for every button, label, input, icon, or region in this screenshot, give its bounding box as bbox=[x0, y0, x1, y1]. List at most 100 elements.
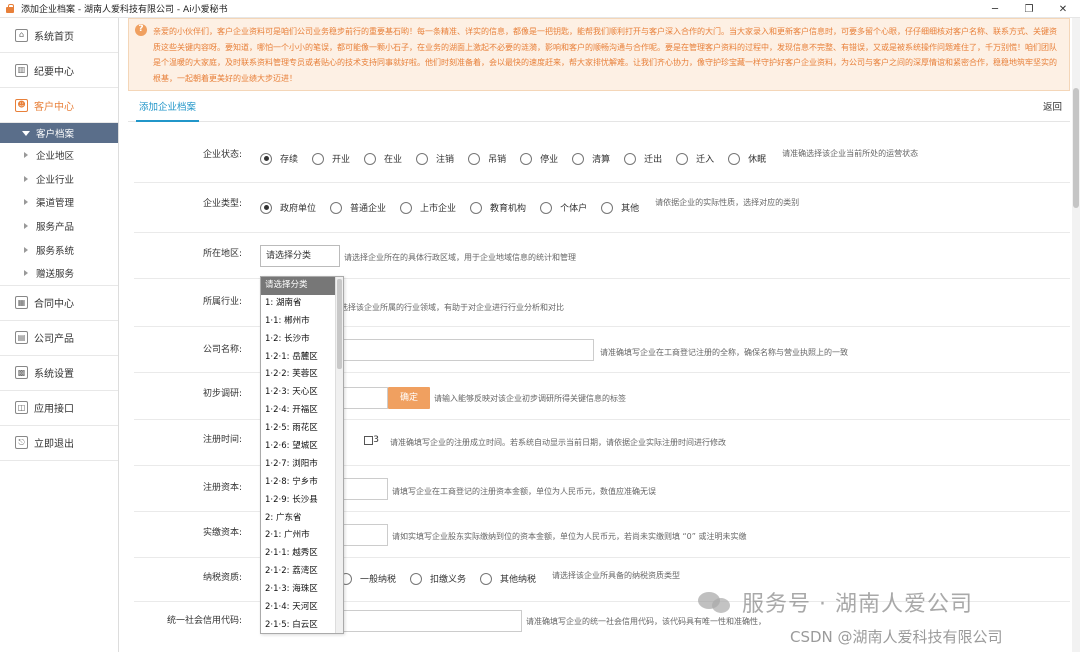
back-link[interactable]: 返回 bbox=[1043, 97, 1062, 119]
sidebar-item-home[interactable]: ⌂ 系统首页 bbox=[0, 18, 118, 53]
type-option[interactable]: 个体户 bbox=[540, 201, 587, 214]
dropdown-option[interactable]: 1·2·3: 天心区 bbox=[261, 384, 343, 402]
type-option[interactable]: 其他 bbox=[601, 201, 639, 214]
reg-time-input[interactable]: 3 bbox=[340, 430, 384, 452]
type-option[interactable]: 教育机构 bbox=[470, 201, 526, 214]
csdn-watermark: CSDN @湖南人爱科技有限公司 bbox=[790, 628, 1003, 646]
sidebar-subitem-industry[interactable]: 企业行业 bbox=[0, 167, 118, 191]
subitem-label: 企业地区 bbox=[36, 150, 75, 162]
dropdown-option[interactable]: 1·2·5: 雨花区 bbox=[261, 420, 343, 438]
caret-right-icon bbox=[24, 247, 28, 254]
status-option[interactable]: 存续 bbox=[260, 152, 298, 165]
dropdown-option[interactable]: 1·2·1: 岳麓区 bbox=[261, 349, 343, 367]
credit-code-input[interactable] bbox=[340, 610, 522, 632]
dropdown-option[interactable]: 请选择分类 bbox=[261, 277, 343, 295]
dropdown-scrollbar-thumb[interactable] bbox=[337, 279, 342, 369]
paid-capital-input[interactable] bbox=[340, 524, 388, 546]
calendar-icon: ▦ bbox=[15, 296, 28, 310]
dropdown-option[interactable]: 1·2: 长沙市 bbox=[261, 331, 343, 349]
dropdown-option[interactable]: 2·1·5: 白云区 bbox=[261, 617, 343, 633]
grid-icon: ▩ bbox=[15, 366, 28, 380]
dropdown-option[interactable]: 2·1·4: 天河区 bbox=[261, 599, 343, 617]
sidebar-subitem-service-system[interactable]: 服务系统 bbox=[0, 238, 118, 262]
sidebar-item-label: 合同中心 bbox=[34, 299, 74, 311]
status-option[interactable]: 休眠 bbox=[728, 152, 766, 165]
dropdown-option[interactable]: 1·2·2: 芙蓉区 bbox=[261, 366, 343, 384]
sidebar-item-contracts[interactable]: ▦ 合同中心 bbox=[0, 286, 118, 321]
sidebar-subitem-service-product[interactable]: 服务产品 bbox=[0, 214, 118, 238]
type-label: 企业类型: bbox=[202, 199, 242, 209]
dropdown-option[interactable]: 1: 湖南省 bbox=[261, 295, 343, 313]
dropdown-option[interactable]: 1·2·6: 望城区 bbox=[261, 438, 343, 456]
minimize-icon[interactable]: ─ bbox=[978, 0, 1012, 18]
paid-capital-hint: 请如实填写企业股东实际缴纳到位的资本金额，单位为人民币元，若尚未实缴则填 “0”… bbox=[392, 532, 747, 541]
dropdown-option[interactable]: 2·1: 广州市 bbox=[261, 527, 343, 545]
dropdown-option[interactable]: 1·2·4: 开福区 bbox=[261, 402, 343, 420]
company-name-input[interactable] bbox=[340, 339, 594, 361]
dropdown-option[interactable]: 2·1·1: 越秀区 bbox=[261, 545, 343, 563]
status-option[interactable]: 停业 bbox=[520, 152, 558, 165]
tax-option[interactable]: 一般纳税 bbox=[340, 572, 396, 585]
radio-label: 教育机构 bbox=[490, 204, 527, 214]
radio-icon bbox=[410, 572, 423, 585]
scrollbar-thumb[interactable] bbox=[1073, 88, 1079, 208]
survey-input[interactable] bbox=[340, 387, 388, 409]
tab-add-enterprise[interactable]: 添加企业档案 bbox=[136, 97, 200, 122]
reg-capital-hint: 请填写企业在工商登记的注册资本金额，单位为人民币元，数值应准确无误 bbox=[392, 487, 656, 496]
region-label: 所在地区: bbox=[202, 249, 242, 259]
type-option[interactable]: 政府单位 bbox=[260, 201, 316, 214]
tax-option[interactable]: 扣缴义务 bbox=[410, 572, 466, 585]
dropdown-option[interactable]: 1·1: 郴州市 bbox=[261, 313, 343, 331]
maximize-icon[interactable]: ❐ bbox=[1012, 0, 1046, 18]
status-option[interactable]: 迁出 bbox=[624, 152, 662, 165]
dropdown-option[interactable]: 1·2·7: 浏阳市 bbox=[261, 456, 343, 474]
type-option[interactable]: 普通企业 bbox=[330, 201, 386, 214]
sidebar-subitem-channel[interactable]: 渠道管理 bbox=[0, 191, 118, 215]
tab-bar: 添加企业档案 返回 bbox=[128, 97, 1070, 122]
sidebar-item-settings[interactable]: ▩ 系统设置 bbox=[0, 356, 118, 391]
dropdown-option[interactable]: 2: 广东省 bbox=[261, 510, 343, 528]
calendar-picker-icon[interactable] bbox=[364, 436, 373, 445]
status-option[interactable]: 开业 bbox=[312, 152, 350, 165]
sidebar-item-products[interactable]: ▤ 公司产品 bbox=[0, 321, 118, 356]
radio-label: 上市企业 bbox=[420, 204, 457, 214]
app-icon bbox=[5, 3, 15, 14]
status-option[interactable]: 清算 bbox=[572, 152, 610, 165]
subitem-label: 服务产品 bbox=[36, 222, 75, 234]
radio-icon bbox=[416, 152, 429, 165]
type-option[interactable]: 上市企业 bbox=[400, 201, 456, 214]
submenu-customer-archive[interactable]: 客户档案 bbox=[0, 123, 118, 143]
sidebar-subitem-region[interactable]: 企业地区 bbox=[0, 143, 118, 167]
survey-confirm-button[interactable]: 确定 bbox=[388, 387, 430, 409]
radio-icon bbox=[480, 572, 493, 585]
sidebar-item-minutes[interactable]: ▥ 纪要中心 bbox=[0, 53, 118, 88]
status-option[interactable]: 迁入 bbox=[676, 152, 714, 165]
reg-time-hint: 请准确填写企业的注册成立时间。若系统自动显示当前日期，请依据企业实际注册时间进行… bbox=[390, 438, 726, 447]
sidebar-item-logout[interactable]: ⎋ 立即退出 bbox=[0, 426, 118, 461]
sidebar-item-customers[interactable]: ☻ 客户中心 bbox=[0, 88, 118, 123]
dropdown-option[interactable]: 2·1·2: 荔湾区 bbox=[261, 563, 343, 581]
caret-right-icon bbox=[24, 175, 28, 182]
sidebar-item-label: 纪要中心 bbox=[34, 66, 74, 78]
sidebar-subitem-gift-service[interactable]: 赠送服务 bbox=[0, 262, 118, 286]
dropdown-option[interactable]: 1·2·9: 长沙县 bbox=[261, 492, 343, 510]
status-option[interactable]: 在业 bbox=[364, 152, 402, 165]
close-icon[interactable]: ✕ bbox=[1046, 0, 1080, 18]
survey-label: 初步调研: bbox=[202, 389, 242, 399]
dropdown-option[interactable]: 1·2·8: 宁乡市 bbox=[261, 474, 343, 492]
status-option[interactable]: 注销 bbox=[416, 152, 454, 165]
tax-option[interactable]: 其他纳税 bbox=[480, 572, 536, 585]
radio-label: 个体户 bbox=[560, 204, 588, 214]
dropdown-option[interactable]: 2·1·3: 海珠区 bbox=[261, 581, 343, 599]
radio-label: 政府单位 bbox=[280, 204, 317, 214]
reg-capital-input[interactable] bbox=[340, 478, 388, 500]
watermark: 服务号 · 湖南人爱公司 bbox=[698, 586, 973, 618]
status-option[interactable]: 吊销 bbox=[468, 152, 506, 165]
dropdown-scrollbar[interactable] bbox=[335, 277, 343, 633]
radio-label: 停业 bbox=[540, 155, 559, 165]
region-select[interactable]: 请选择分类 bbox=[260, 245, 340, 267]
page-scrollbar[interactable] bbox=[1072, 18, 1080, 652]
sidebar-item-api[interactable]: ◫ 应用接口 bbox=[0, 391, 118, 426]
radio-icon bbox=[540, 201, 553, 214]
paid-capital-label: 实缴资本: bbox=[202, 528, 242, 538]
